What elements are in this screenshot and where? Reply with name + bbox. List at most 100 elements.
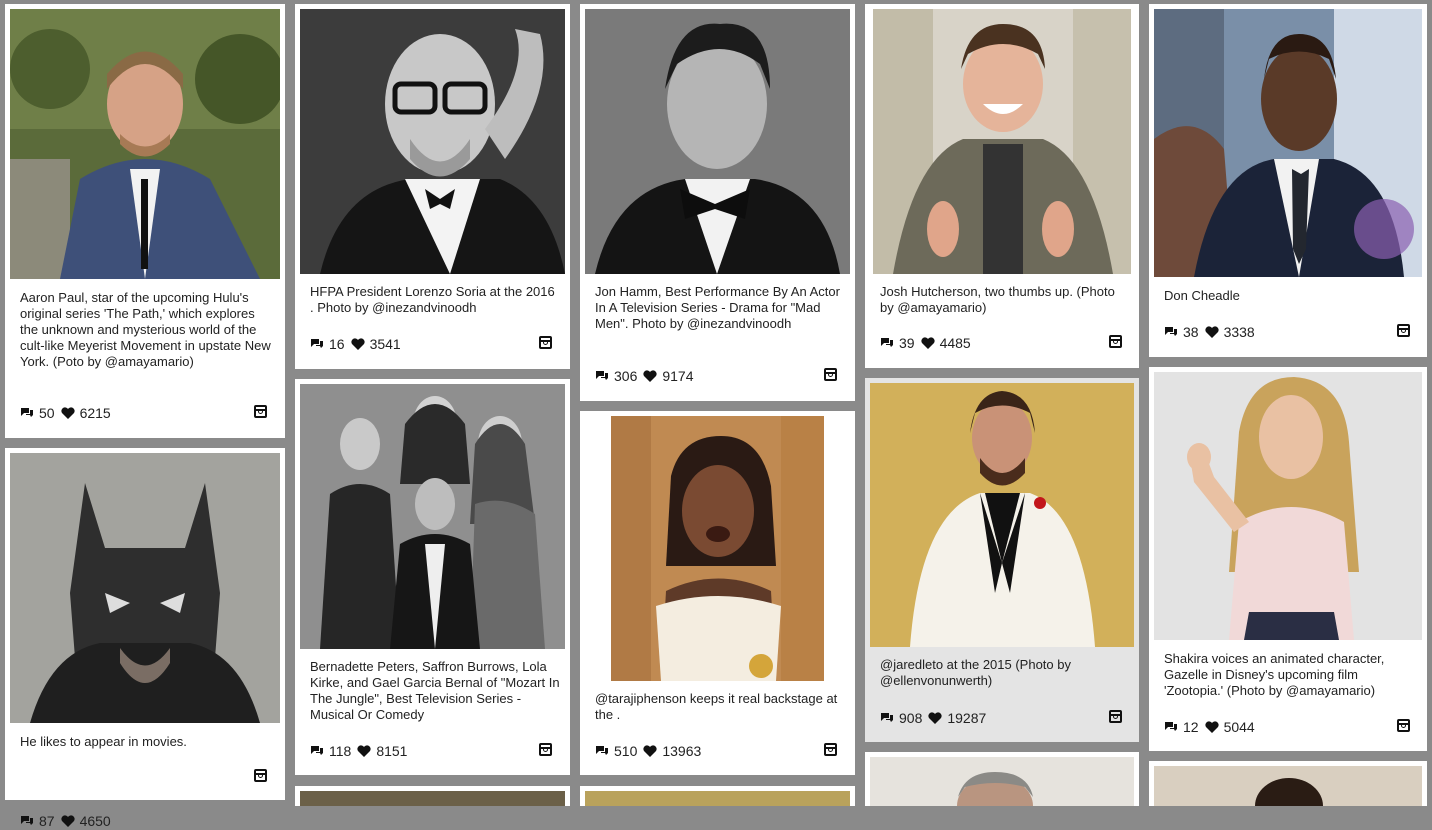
comment-count: 50 [39,405,55,421]
heart-icon [1204,720,1219,733]
instagram-icon [824,368,837,381]
like-count: 4485 [939,335,971,351]
post-photo[interactable] [300,791,565,806]
comment-count: 510 [614,743,638,759]
post-photo[interactable] [10,453,280,723]
post-card[interactable] [865,752,1139,806]
post-stats: 39 4485 [880,334,977,352]
comment-count: 12 [1183,719,1199,735]
post-photo[interactable] [611,416,824,681]
post-caption: Aaron Paul, star of the upcoming Hulu's … [20,290,271,369]
heart-icon [643,744,657,757]
post-stats: 908 19287 [880,709,992,727]
post-stats: 118 8151 [310,742,413,760]
speech-bubble-icon [596,371,608,380]
instagram-icon [254,769,267,782]
post-caption: He likes to appear in movies. [20,734,187,749]
like-count: 9174 [662,368,694,384]
instagram-link[interactable] [253,404,269,420]
post-stats: 38 3338 [1164,323,1261,341]
heart-icon [357,744,371,757]
post-card[interactable]: Don Cheadle 38 3338 [1149,4,1427,357]
speech-bubble-icon [21,816,33,825]
post-stats: 12 5044 [1164,718,1261,736]
post-caption: Shakira voices an animated character, Ga… [1164,651,1385,698]
like-count: 3541 [369,336,401,352]
post-card[interactable]: HFPA President Lorenzo Soria at the 2016… [295,4,570,369]
speech-bubble-icon [21,408,33,417]
post-photo[interactable] [300,9,565,274]
heart-icon [350,337,365,350]
post-caption: Don Cheadle [1164,288,1240,303]
post-card[interactable]: Aaron Paul, star of the upcoming Hulu's … [5,4,285,438]
post-photo[interactable] [1154,766,1422,806]
instagram-link[interactable] [538,335,554,351]
post-photo[interactable] [585,9,850,274]
post-stats: 16 3541 [310,335,407,353]
post-photo[interactable] [585,791,850,806]
instagram-link[interactable] [1396,323,1412,339]
post-photo[interactable] [1154,372,1422,640]
comment-count: 908 [899,710,923,726]
like-count: 6215 [79,405,111,421]
post-card[interactable]: He likes to appear in movies. 87 4650 [5,448,285,829]
instagram-link[interactable] [253,768,269,784]
instagram-icon [539,743,552,756]
post-card[interactable]: Bernadette Peters, Saffron Burrows, Lola… [295,379,570,775]
heart-icon [1204,325,1219,338]
instagram-link[interactable] [1396,718,1412,734]
post-card[interactable]: @tarajiphenson keeps it real backstage a… [580,411,855,775]
post-caption: @tarajiphenson keeps it real backstage a… [595,691,838,722]
speech-bubble-icon [1165,722,1177,731]
comment-count: 87 [39,813,55,829]
post-card[interactable]: Jon Hamm, Best Performance By An Actor I… [580,4,855,401]
post-caption: Josh Hutcherson, two thumbs up. (Photo b… [880,284,1115,315]
comment-count: 306 [614,368,638,384]
speech-bubble-icon [881,713,893,722]
post-card[interactable]: @jaredleto at the 2015 (Photo by @ellenv… [865,378,1139,742]
post-card[interactable] [580,786,855,806]
instagram-link[interactable] [823,742,839,758]
heart-icon [643,369,657,382]
speech-bubble-icon [596,746,608,755]
post-caption: Bernadette Peters, Saffron Burrows, Lola… [310,659,560,722]
heart-icon [60,814,75,827]
instagram-link[interactable] [823,367,839,383]
instagram-icon [824,743,837,756]
post-caption: Jon Hamm, Best Performance By An Actor I… [595,284,840,331]
post-photo[interactable] [870,757,1134,806]
post-card[interactable]: Josh Hutcherson, two thumbs up. (Photo b… [865,4,1139,368]
heart-icon [928,711,942,724]
like-count: 3338 [1223,324,1255,340]
comment-count: 16 [329,336,345,352]
instagram-icon [1109,710,1122,723]
post-card[interactable]: Shakira voices an animated character, Ga… [1149,367,1427,751]
post-stats: 87 4650 [20,812,117,830]
speech-bubble-icon [881,338,893,347]
post-photo[interactable] [870,383,1134,647]
instagram-link[interactable] [538,742,554,758]
post-photo[interactable] [300,384,565,649]
post-caption: @jaredleto at the 2015 (Photo by @ellenv… [880,657,1071,688]
post-photo[interactable] [873,9,1131,274]
comment-count: 38 [1183,324,1199,340]
post-stats: 306 9174 [595,367,700,385]
instagram-icon [254,405,267,418]
instagram-icon [1397,324,1410,337]
instagram-link[interactable] [1108,709,1124,725]
post-stats: 510 13963 [595,742,707,760]
instagram-link[interactable] [1108,334,1124,350]
post-card[interactable] [295,786,570,806]
comment-count: 39 [899,335,915,351]
heart-icon [60,406,75,419]
heart-icon [920,336,935,349]
comment-count: 118 [329,743,352,759]
post-photo[interactable] [10,9,280,279]
speech-bubble-icon [311,746,323,755]
like-count: 8151 [376,743,408,759]
post-stats: 50 6215 [20,404,117,422]
like-count: 13963 [662,743,702,759]
instagram-icon [1397,719,1410,732]
post-card[interactable] [1149,761,1427,806]
post-photo[interactable] [1154,9,1422,277]
